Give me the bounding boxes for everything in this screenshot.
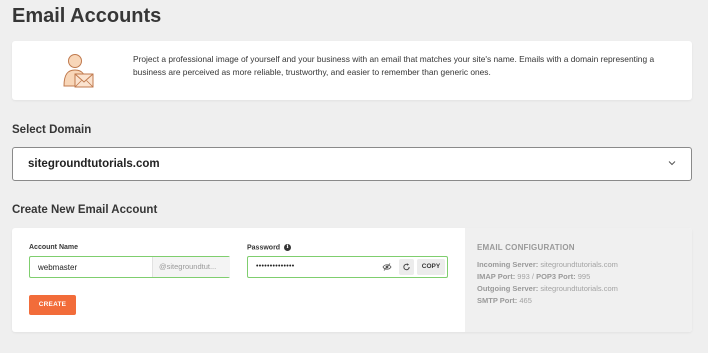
select-domain-label: Select Domain [12, 124, 92, 136]
intro-text: Project a professional image of yourself… [133, 54, 655, 77]
smtp-port-row: SMTP Port: 465 [477, 296, 532, 305]
domain-select-value: sitegroundtutorials.com [28, 158, 160, 170]
outgoing-server-row: Outgoing Server: sitegroundtutorials.com [477, 284, 618, 293]
email-configuration-details: Incoming Server: sitegroundtutorials.com… [477, 259, 618, 307]
incoming-server-value: sitegroundtutorials.com [540, 260, 618, 269]
create-account-card: Account Name Password i @sitegroundtut..… [12, 228, 692, 332]
intro-card: Project a professional image of yourself… [12, 41, 692, 100]
eye-slash-icon[interactable] [382, 262, 392, 272]
account-name-input[interactable] [30, 257, 150, 277]
pop3-port-value: 995 [577, 272, 591, 281]
imap-port-value: 993 [517, 272, 530, 281]
page-title: Email Accounts [12, 5, 162, 27]
info-icon[interactable]: i [284, 244, 292, 251]
password-input[interactable]: •••••••••••••• [248, 257, 373, 277]
domain-suffix: @sitegroundtut... [152, 257, 230, 277]
account-name-field: @sitegroundtut... [29, 256, 230, 278]
smtp-port-value: 465 [519, 296, 532, 305]
chevron-down-icon [668, 161, 676, 166]
user-envelope-icon [63, 54, 94, 88]
password-label: Password [247, 244, 281, 252]
regenerate-password-button[interactable] [399, 259, 414, 275]
create-account-label: Create New Email Account [12, 204, 158, 216]
copy-password-button[interactable]: COPY [417, 259, 445, 275]
incoming-server-row: Incoming Server: sitegroundtutorials.com [477, 260, 618, 269]
email-configuration-title: EMAIL CONFIGURATION [477, 243, 575, 252]
refresh-icon [403, 263, 410, 271]
create-button[interactable]: CREATE [29, 295, 76, 315]
password-field: •••••••••••••• COPY [247, 256, 448, 278]
account-name-label: Account Name [29, 244, 79, 251]
email-configuration-panel: EMAIL CONFIGURATION Incoming Server: sit… [465, 228, 692, 332]
ports-row: IMAP Port: 993 / POP3 Port: 995 [477, 272, 591, 281]
outgoing-server-value: sitegroundtutorials.com [540, 284, 618, 293]
password-label-row: Password i [247, 244, 292, 252]
domain-select[interactable]: sitegroundtutorials.com [12, 147, 692, 181]
